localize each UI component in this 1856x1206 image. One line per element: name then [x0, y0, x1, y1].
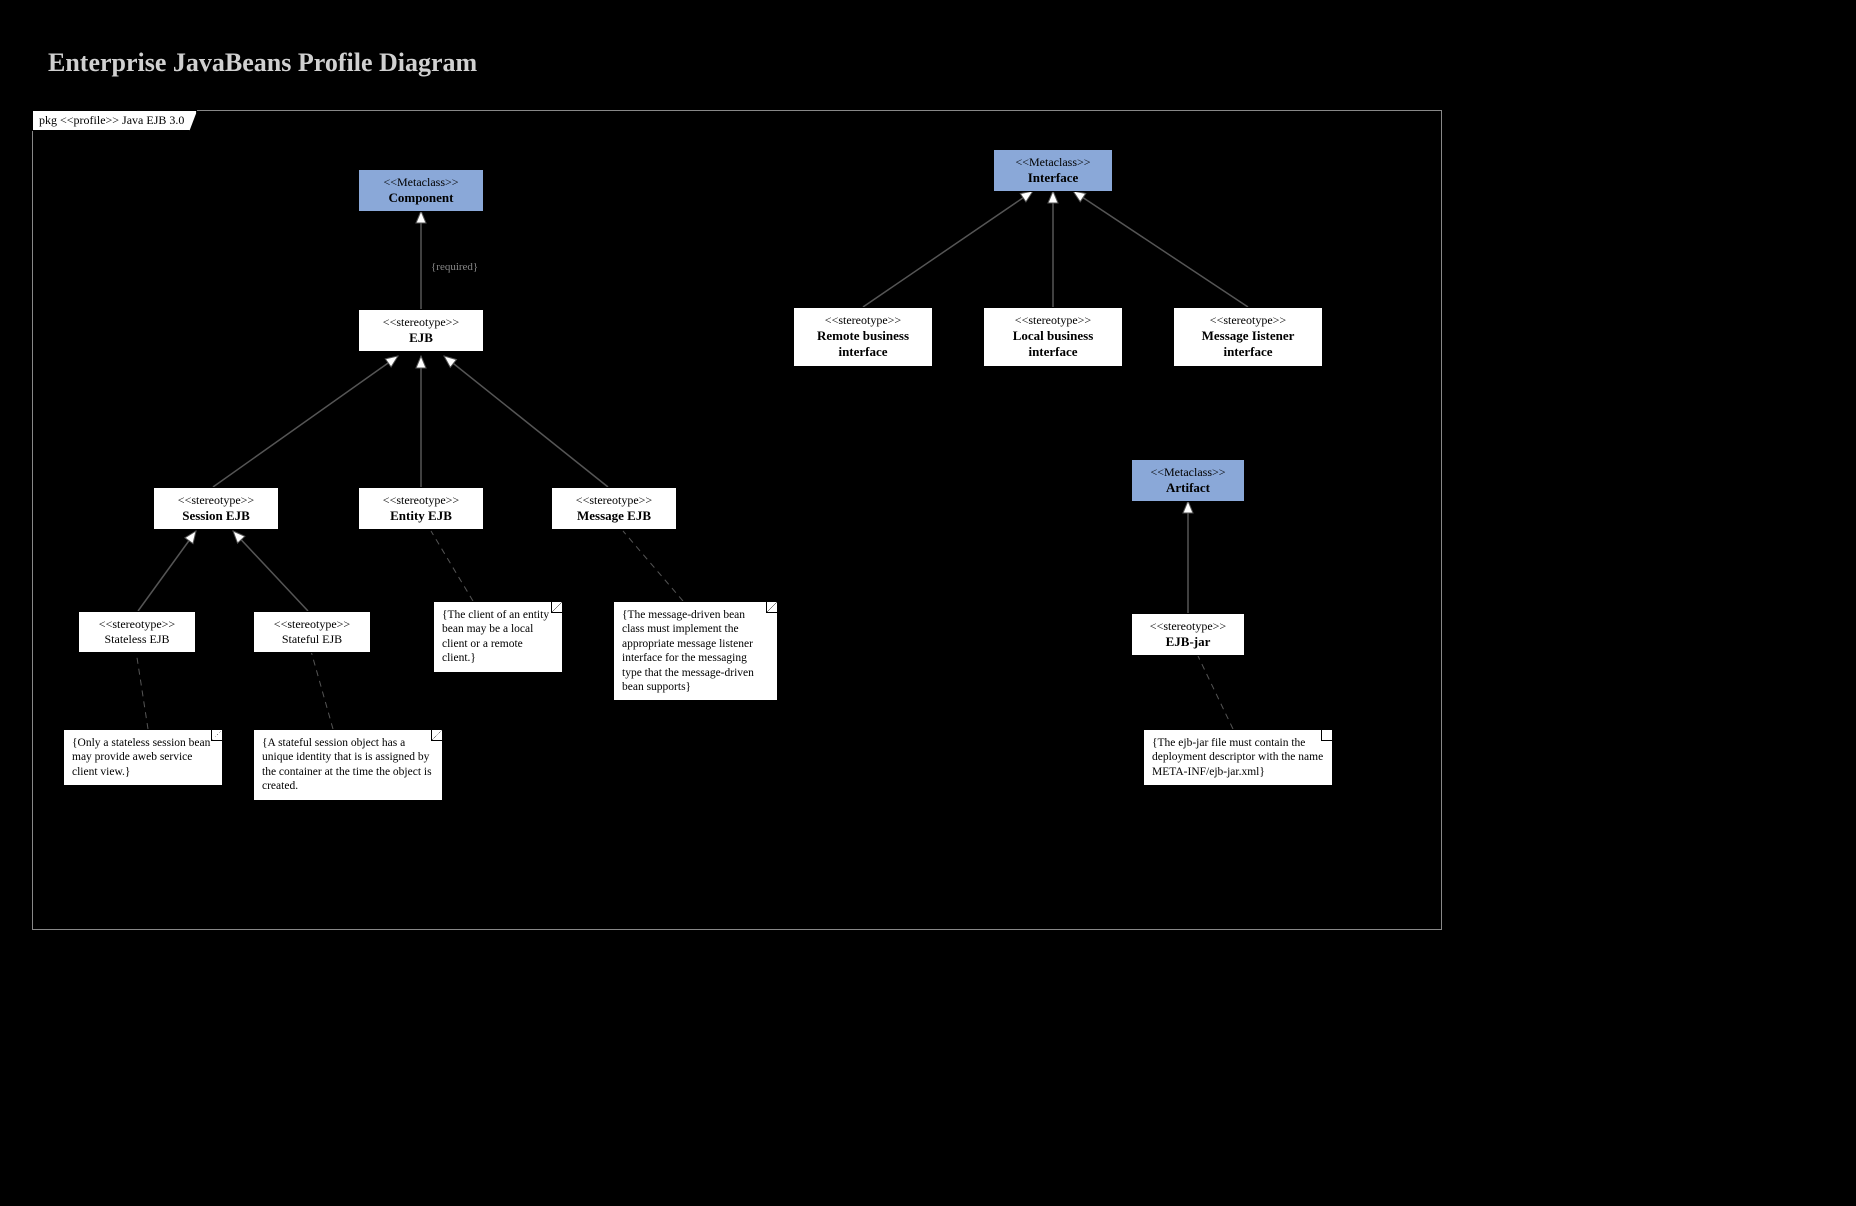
stereo-label: <<stereotype>> [369, 493, 473, 508]
stereotype-remote-interface: <<stereotype>> Remote business interface [793, 307, 933, 367]
stereotype-session-ejb: <<stereotype>> Session EJB [153, 487, 279, 530]
metaclass-artifact: <<Metaclass>> Artifact [1131, 459, 1245, 502]
stereotype-local-interface: <<stereotype>> Local business interface [983, 307, 1123, 367]
note-message: {The message-driven bean class must impl… [613, 601, 778, 701]
class-name: EJB-jar [1142, 634, 1234, 650]
stereo-label: <<stereotype>> [264, 617, 360, 632]
metaclass-interface: <<Metaclass>> Interface [993, 149, 1113, 192]
stereo-label: <<stereotype>> [89, 617, 185, 632]
note-ejbjar: {The ejb-jar file must contain the deplo… [1143, 729, 1333, 786]
package-frame: pkg <<profile>> Java EJB 3.0 {required} … [32, 110, 1442, 930]
stereo-label: <<stereotype>> [1142, 619, 1234, 634]
class-name: Local business interface [994, 328, 1112, 361]
stereo-label: <<stereotype>> [164, 493, 268, 508]
class-name: Message EJB [562, 508, 666, 524]
metaclass-component: <<Metaclass>> Component [358, 169, 484, 212]
class-name: Component [369, 190, 473, 206]
note-stateful: {A stateful session object has a unique … [253, 729, 443, 801]
stereo-label: <<stereotype>> [369, 315, 473, 330]
stereo-label: <<Metaclass>> [369, 175, 473, 190]
stereo-label: <<Metaclass>> [1142, 465, 1234, 480]
stereo-label: <<stereotype>> [1184, 313, 1312, 328]
stereotype-message-ejb: <<stereotype>> Message EJB [551, 487, 677, 530]
class-name: Session EJB [164, 508, 268, 524]
stereotype-stateless-ejb: <<stereotype>> Stateless EJB [78, 611, 196, 653]
class-name: Message Iistener interface [1184, 328, 1312, 361]
stereotype-stateful-ejb: <<stereotype>> Stateful EJB [253, 611, 371, 653]
class-name: Stateless EJB [89, 632, 185, 647]
stereotype-entity-ejb: <<stereotype>> Entity EJB [358, 487, 484, 530]
class-name: Artifact [1142, 480, 1234, 496]
package-frame-label: pkg <<profile>> Java EJB 3.0 [32, 110, 197, 131]
class-name: Stateful EJB [264, 632, 360, 647]
stereotype-ejb-jar: <<stereotype>> EJB-jar [1131, 613, 1245, 656]
class-name: EJB [369, 330, 473, 346]
stereo-label: <<stereotype>> [994, 313, 1112, 328]
stereotype-listener-interface: <<stereotype>> Message Iistener interfac… [1173, 307, 1323, 367]
note-entity: {The client of an entity bean may be a l… [433, 601, 563, 673]
class-name: Interface [1004, 170, 1102, 186]
stereo-label: <<Metaclass>> [1004, 155, 1102, 170]
note-stateless: {Only a stateless session bean may provi… [63, 729, 223, 786]
class-name: Entity EJB [369, 508, 473, 524]
stereotype-ejb: <<stereotype>> EJB [358, 309, 484, 352]
diagram-title: Enterprise JavaBeans Profile Diagram [48, 48, 477, 78]
stereo-label: <<stereotype>> [562, 493, 666, 508]
required-constraint-label: {required} [431, 261, 478, 273]
class-name: Remote business interface [804, 328, 922, 361]
stereo-label: <<stereotype>> [804, 313, 922, 328]
